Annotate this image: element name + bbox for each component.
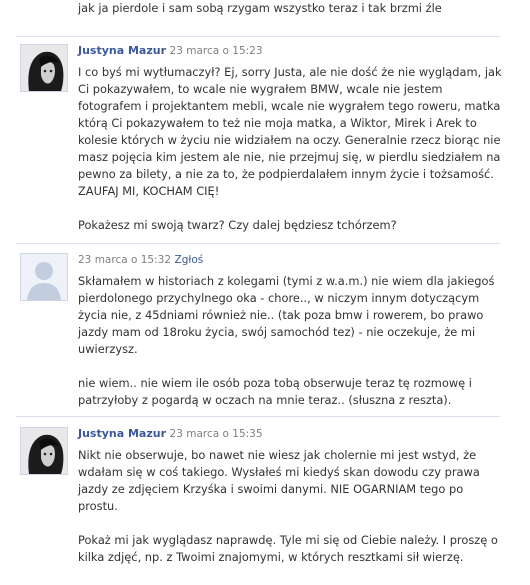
message-paragraph: Skłamałem w historiach z kolegami (tymi … [78, 274, 495, 356]
timestamp: 23 marca o 15:32 [78, 254, 172, 266]
message-paragraph: I co byś mi wytłumaczył? Ej, sorry Justa… [78, 65, 502, 198]
previous-message-fragment: jak ja pierdole i sam sobą rzygam wszyst… [78, 1, 442, 15]
message-paragraph: Nikt nie obserwuje, bo nawet nie wiesz j… [78, 448, 480, 513]
default-silhouette-avatar[interactable] [20, 253, 68, 301]
user-photo-avatar[interactable] [20, 427, 68, 475]
author-name[interactable]: Justyna Mazur [78, 44, 166, 57]
timestamp: 23 marca o 15:23 [169, 45, 263, 57]
user-photo-avatar[interactable] [20, 44, 68, 92]
message-paragraph: Pokażesz mi swoją twarz? Czy dalej będzi… [78, 218, 397, 232]
message-paragraph: nie wiem.. nie wiem ile osób poza tobą o… [78, 376, 472, 407]
divider [16, 243, 500, 244]
divider [16, 36, 500, 37]
message-paragraph: Pokaż mi jak wyglądasz naprawdę. Tyle mi… [78, 533, 498, 564]
report-link[interactable]: Zgłoś [175, 254, 204, 266]
author-name[interactable]: Justyna Mazur [78, 427, 166, 440]
divider [16, 416, 500, 417]
timestamp: 23 marca o 15:35 [169, 428, 263, 440]
